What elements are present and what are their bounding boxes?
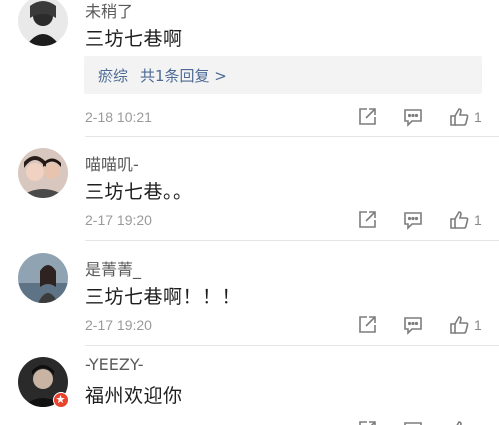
username[interactable]: -YEEZY-	[85, 355, 143, 374]
share-icon[interactable]	[356, 419, 378, 425]
comment-text: 三坊七巷啊	[85, 28, 183, 50]
reply-count-link[interactable]: 共1条回复 >	[140, 65, 227, 86]
username[interactable]: 未稍了	[85, 0, 133, 22]
comment-text: 福州欢迎你	[85, 385, 183, 407]
share-icon[interactable]	[356, 314, 378, 336]
comment-text: 三坊七巷啊！！！	[85, 286, 242, 308]
like-icon[interactable]	[448, 314, 470, 336]
avatar[interactable]	[18, 148, 68, 198]
avatar[interactable]	[18, 0, 68, 46]
username[interactable]: 是菁菁_	[85, 256, 141, 280]
reply-author[interactable]: 瘀综	[98, 65, 128, 86]
comment-item: 未稍了 三坊七巷啊 瘀综 共1条回复 > 2-18 10:21 1	[0, 0, 499, 137]
reply-preview[interactable]: 瘀综 共1条回复 >	[84, 56, 482, 94]
like-count: 1	[474, 212, 482, 228]
timestamp: 2-17 19:20	[85, 212, 152, 228]
username[interactable]: 喵喵叽-	[85, 151, 139, 175]
timestamp: 2-17 19:20	[85, 317, 152, 333]
avatar[interactable]	[18, 253, 68, 303]
comment-icon[interactable]	[402, 314, 424, 336]
comment-text: 三坊七巷。。	[85, 181, 193, 203]
comment-icon[interactable]	[402, 419, 424, 425]
comment-item: 是菁菁_ 三坊七巷啊！！！ 2-17 19:20 1	[0, 241, 499, 346]
like-count: 1	[474, 109, 482, 125]
share-icon[interactable]	[356, 209, 378, 231]
like-count: 1	[474, 317, 482, 333]
comment-item: -YEEZY- 福州欢迎你	[0, 345, 499, 425]
timestamp: 2-18 10:21	[85, 109, 152, 125]
like-icon[interactable]	[448, 106, 470, 128]
like-icon[interactable]	[448, 419, 470, 425]
share-icon[interactable]	[356, 106, 378, 128]
comment-icon[interactable]	[402, 106, 424, 128]
comment-icon[interactable]	[402, 209, 424, 231]
comment-item: 喵喵叽- 三坊七巷。。 2-17 19:20 1	[0, 137, 499, 241]
like-icon[interactable]	[448, 209, 470, 231]
verified-badge-icon	[53, 392, 69, 408]
